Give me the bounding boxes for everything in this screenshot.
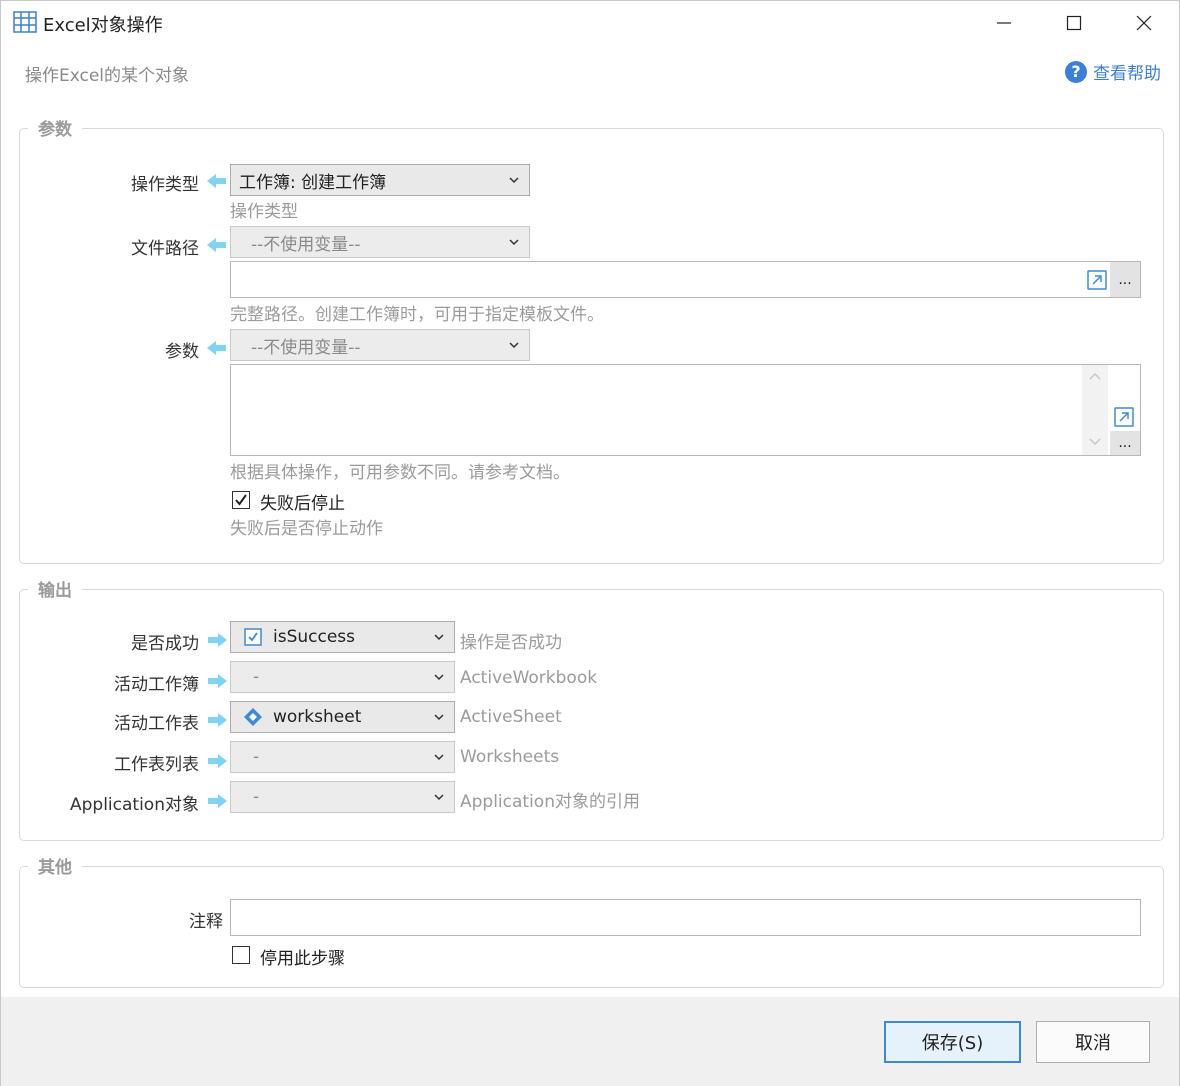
save-button[interactable]: 保存(S) (884, 1021, 1021, 1063)
params-variable-value: --不使用变量-- (251, 337, 361, 358)
output-select-active-workbook[interactable]: - (230, 661, 455, 693)
output-arrow-icon (208, 754, 227, 768)
output-select-worksheets[interactable]: - (230, 741, 455, 773)
expand-editor-icon[interactable] (1087, 270, 1107, 290)
scroll-up-icon[interactable] (1088, 371, 1102, 381)
close-button[interactable] (1109, 1, 1179, 45)
title-bar: Excel对象操作 (1, 1, 1179, 45)
output-arrow-icon (208, 794, 227, 808)
window-title: Excel对象操作 (43, 15, 163, 36)
file-path-label: 文件路径 (131, 239, 199, 259)
chevron-down-icon (434, 634, 444, 641)
chevron-down-icon (509, 177, 519, 184)
file-path-input[interactable] (230, 261, 1141, 298)
output-label-active-sheet: 活动工作表 (114, 714, 199, 734)
chevron-down-icon (509, 342, 519, 349)
minimize-icon (997, 22, 1011, 24)
checkmark-icon (235, 494, 247, 506)
params-textarea[interactable] (230, 364, 1141, 456)
params-group-title: 参数 (28, 115, 82, 140)
comment-label: 注释 (189, 912, 223, 932)
output-value-worksheets: - (253, 747, 260, 767)
stop-on-fail-checkbox[interactable] (232, 491, 250, 509)
output-label-worksheets: 工作表列表 (114, 755, 199, 775)
input-arrow-icon (207, 238, 226, 252)
table-icon (13, 11, 37, 33)
params-hint: 根据具体操作，可用参数不同。请参考文档。 (230, 463, 570, 483)
params-variable-select[interactable]: --不使用变量-- (230, 329, 530, 361)
file-path-variable-value: --不使用变量-- (251, 234, 361, 255)
op-type-hint: 操作类型 (230, 202, 298, 222)
output-value-active-workbook: - (253, 667, 260, 687)
help-label: 查看帮助 (1093, 64, 1161, 84)
minimize-button[interactable] (969, 1, 1039, 45)
output-value-active-sheet: worksheet (273, 707, 362, 727)
dialog-window: Excel对象操作 操作Excel的某个对象 ? 查看帮助 参数 操作类型 工作… (0, 0, 1180, 1086)
output-label-is-success: 是否成功 (131, 634, 199, 654)
output-select-application[interactable]: - (230, 781, 455, 813)
op-type-value: 工作簿: 创建工作簿 (239, 172, 387, 193)
stop-on-fail-hint: 失败后是否停止动作 (230, 519, 383, 539)
output-label-active-workbook: 活动工作簿 (114, 675, 199, 695)
output-value-is-success: isSuccess (273, 627, 356, 647)
expand-editor-icon[interactable] (1114, 407, 1134, 427)
file-path-variable-select[interactable]: --不使用变量-- (230, 226, 530, 258)
params-scrollbar[interactable] (1082, 365, 1108, 455)
stop-on-fail-label[interactable]: 失败后停止 (260, 489, 345, 514)
chevron-down-icon (509, 239, 519, 246)
output-group-title: 输出 (28, 576, 82, 601)
params-label: 参数 (165, 342, 199, 362)
diamond-variable-icon (244, 708, 262, 726)
output-value-application: - (253, 787, 260, 807)
disable-step-label[interactable]: 停用此步骤 (260, 944, 345, 969)
output-hint-is-success: 操作是否成功 (460, 633, 562, 653)
op-type-label: 操作类型 (131, 175, 199, 195)
chevron-down-icon (434, 754, 444, 761)
disable-step-checkbox[interactable] (232, 946, 250, 964)
close-icon (1136, 15, 1152, 31)
op-type-select[interactable]: 工作簿: 创建工作簿 (230, 164, 530, 196)
maximize-button[interactable] (1039, 1, 1109, 45)
dialog-subtitle: 操作Excel的某个对象 (25, 66, 190, 86)
help-icon: ? (1065, 60, 1087, 83)
output-arrow-icon (208, 674, 227, 688)
output-hint-active-sheet: ActiveSheet (460, 707, 562, 727)
output-select-active-sheet[interactable]: worksheet (230, 701, 455, 733)
comment-input[interactable] (230, 899, 1141, 936)
other-group-title: 其他 (28, 853, 82, 878)
help-link[interactable]: ? 查看帮助 (1065, 59, 1161, 84)
output-hint-active-workbook: ActiveWorkbook (460, 668, 598, 688)
input-arrow-icon (207, 341, 226, 355)
chevron-down-icon (434, 714, 444, 721)
output-label-application: Application对象 (70, 795, 199, 815)
file-path-browse-button[interactable]: ... (1110, 262, 1140, 297)
scroll-down-icon[interactable] (1088, 437, 1102, 447)
input-arrow-icon (207, 174, 226, 188)
output-arrow-icon (208, 633, 227, 647)
chevron-down-icon (434, 674, 444, 681)
dialog-footer: 保存(S) 取消 (1, 997, 1179, 1086)
maximize-icon (1066, 15, 1082, 31)
checkbox-variable-icon (244, 628, 262, 646)
file-path-hint: 完整路径。创建工作簿时，可用于指定模板文件。 (230, 305, 604, 325)
output-arrow-icon (208, 713, 227, 727)
params-browse-button[interactable]: ... (1110, 431, 1140, 455)
chevron-down-icon (434, 794, 444, 801)
output-hint-worksheets: Worksheets (460, 747, 560, 767)
output-select-is-success[interactable]: isSuccess (230, 621, 455, 653)
cancel-button[interactable]: 取消 (1036, 1021, 1150, 1063)
output-hint-application: Application对象的引用 (460, 792, 640, 812)
